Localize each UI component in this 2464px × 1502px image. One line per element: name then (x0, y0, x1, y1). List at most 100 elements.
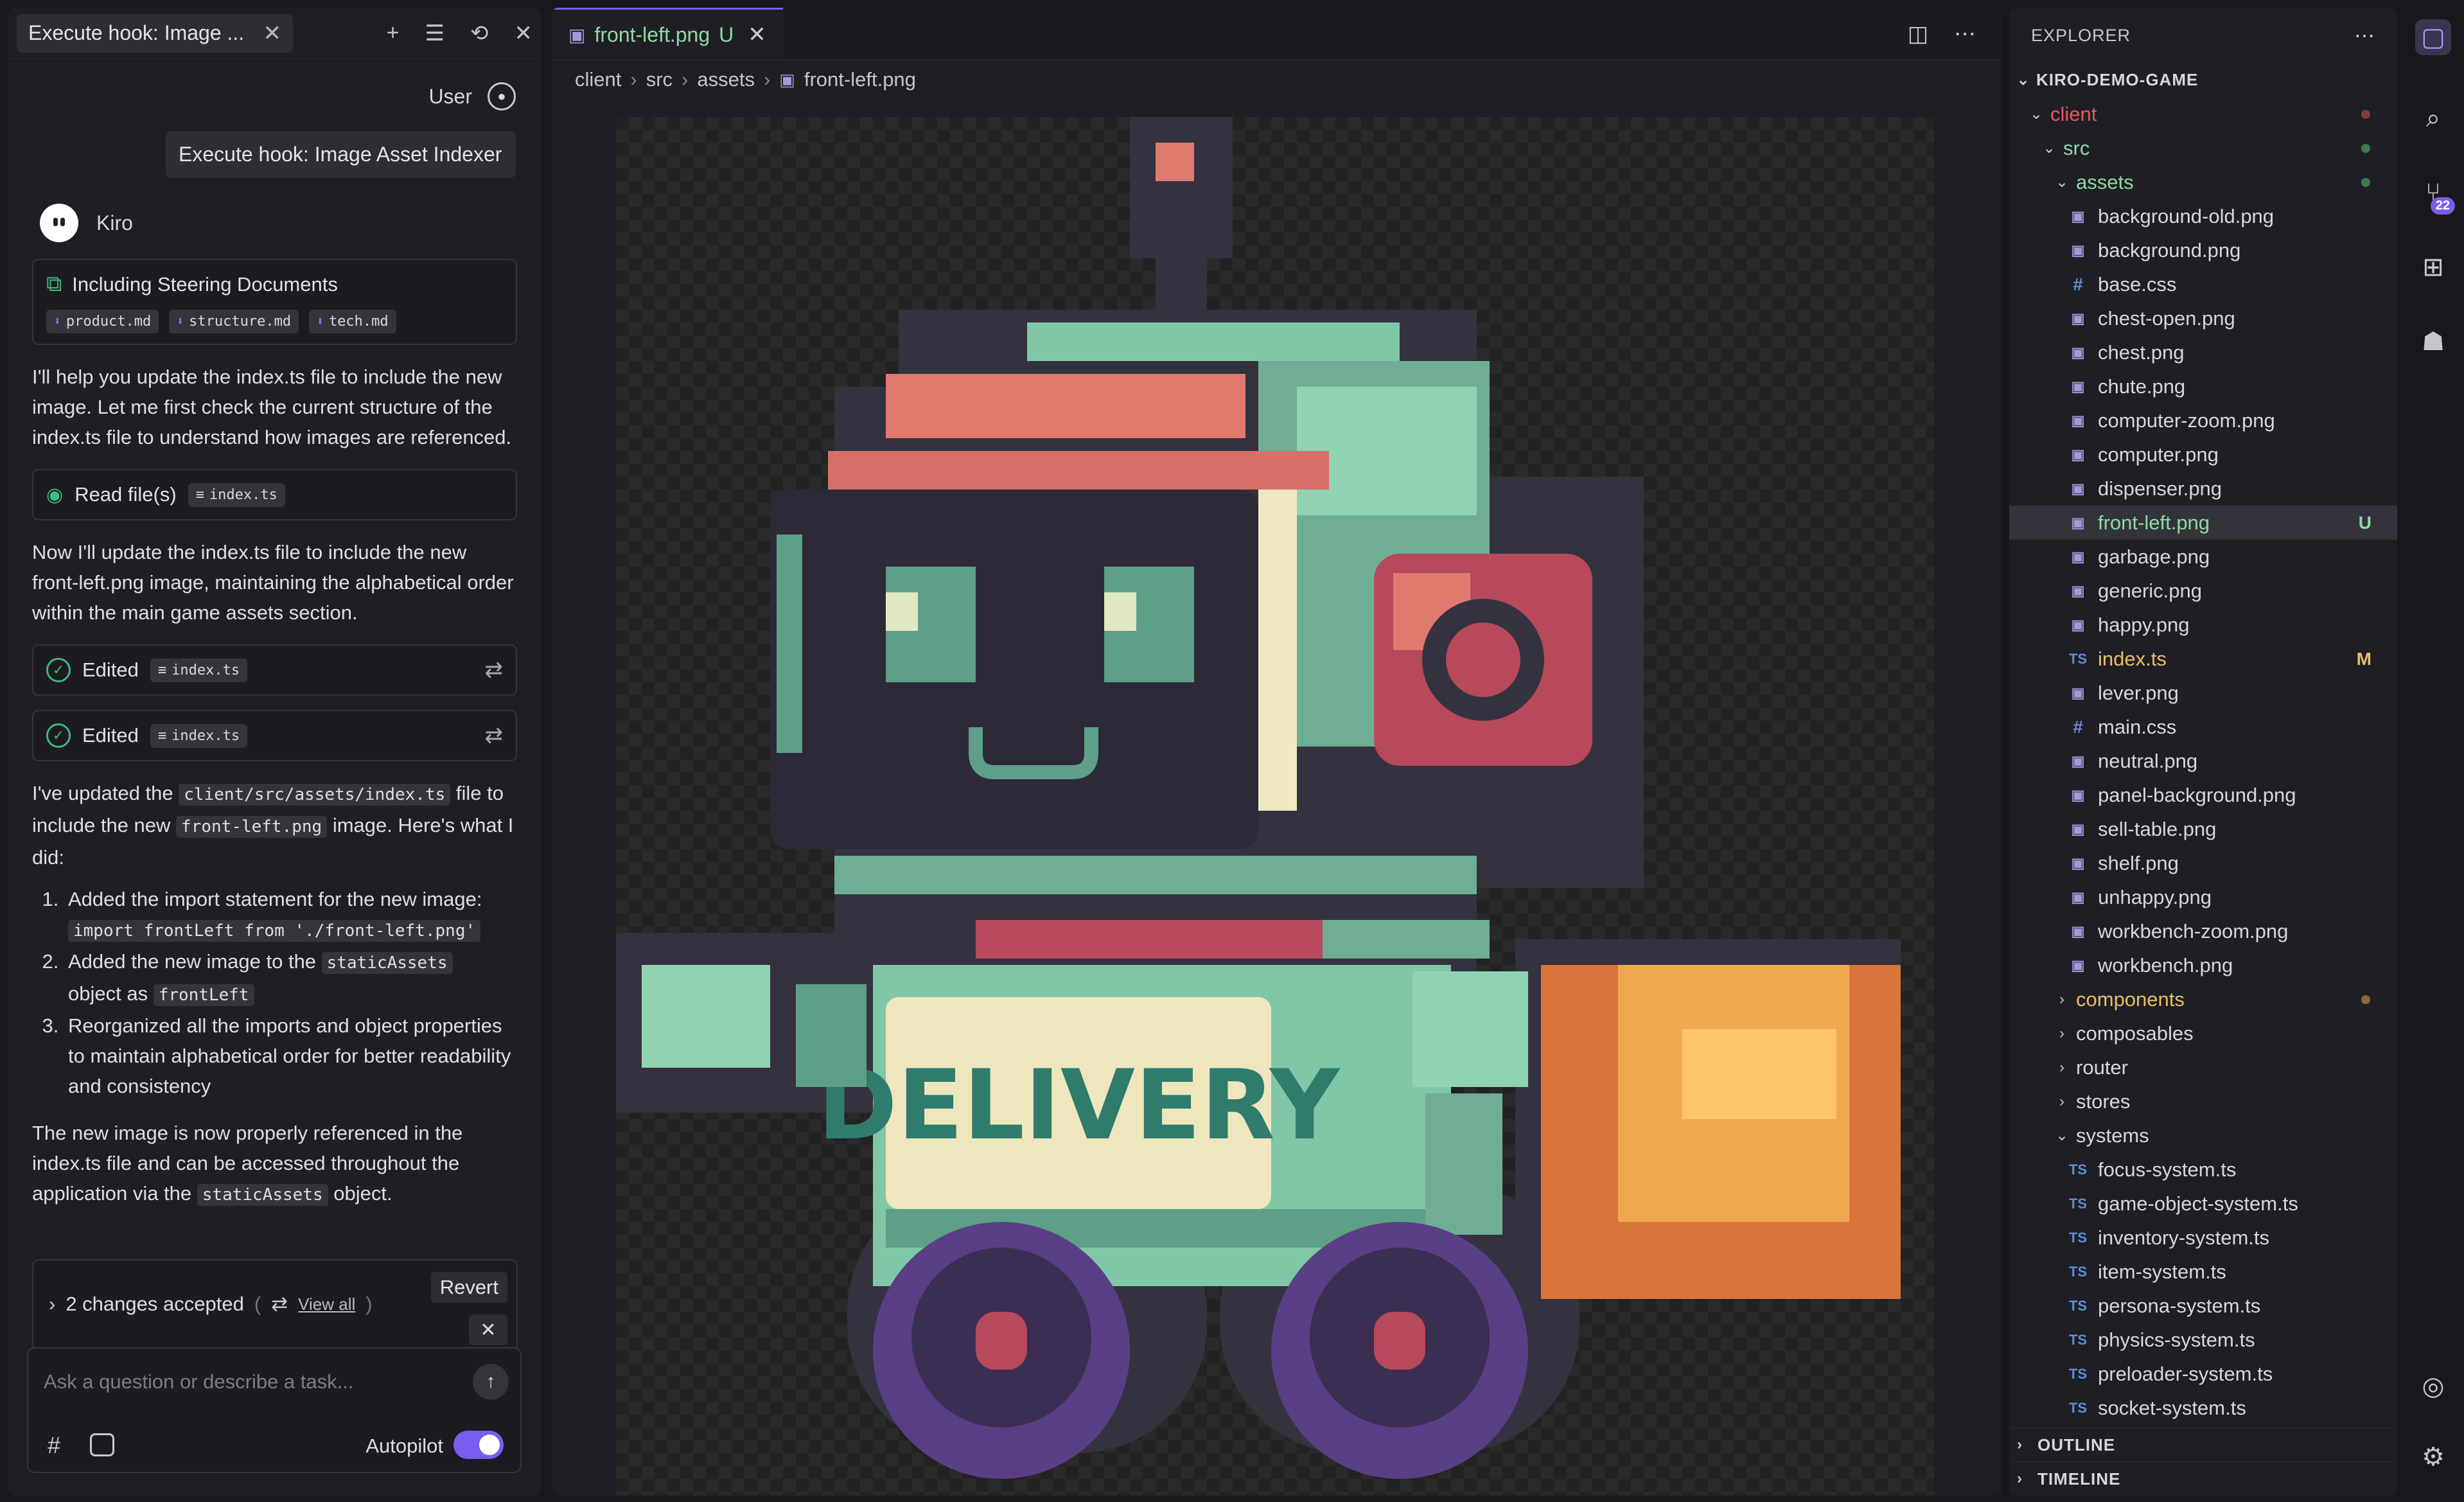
file-item[interactable]: TS index.ts M (2009, 642, 2397, 676)
view-all-link[interactable]: View all (298, 1294, 355, 1314)
inline-code: staticAssets (197, 1184, 328, 1206)
folder-client[interactable]: ⌄ client (2009, 97, 2397, 131)
steering-doc-chip[interactable]: ⬇ structure.md (169, 310, 299, 333)
close-icon[interactable]: ✕ (748, 22, 766, 48)
steering-doc-chip[interactable]: ⬇ tech.md (309, 310, 396, 333)
chat-input-placeholder[interactable]: Ask a question or describe a task... (44, 1370, 353, 1393)
file-name: happy.png (2098, 613, 2190, 636)
inline-code: frontLeft (153, 984, 254, 1006)
kiro-chat-icon[interactable]: ▢ (2415, 19, 2451, 55)
file-item[interactable]: ▣ generic.png (2009, 574, 2397, 608)
png-file-icon: ▣ (2071, 548, 2085, 565)
chevron-right-icon[interactable]: › (49, 1293, 55, 1316)
file-name: unhappy.png (2098, 885, 2212, 908)
edited-card[interactable]: ✓ Edited ≡ index.ts ⇄ (32, 644, 517, 696)
file-item[interactable]: ▣ sell-table.png (2009, 812, 2397, 846)
file-item[interactable]: ▣ shelf.png (2009, 846, 2397, 880)
file-item[interactable]: TS socket-system.ts (2009, 1391, 2397, 1425)
file-item[interactable]: ▣ lever.png (2009, 676, 2397, 710)
file-item[interactable]: ▣ neutral.png (2009, 744, 2397, 778)
file-item[interactable]: TS focus-system.ts (2009, 1153, 2397, 1187)
file-item[interactable]: ▣ garbage.png (2009, 540, 2397, 574)
chevron-right-icon: › (2059, 1058, 2064, 1076)
breadcrumb-item[interactable]: front-left.png (804, 68, 916, 91)
breadcrumb-item[interactable]: src (646, 68, 673, 91)
folder-item[interactable]: › components (2009, 982, 2397, 1016)
split-editor-icon[interactable]: ◫ (1908, 21, 1928, 47)
folder-assets[interactable]: ⌄ assets (2009, 165, 2397, 199)
send-icon[interactable]: ↑ (473, 1364, 509, 1400)
file-item[interactable]: ▣ computer-zoom.png (2009, 403, 2397, 437)
breadcrumb-item[interactable]: client (575, 68, 621, 91)
steering-doc-chip[interactable]: ⬇ product.md (46, 310, 159, 333)
chat-input[interactable]: Ask a question or describe a task... ↑ #… (27, 1347, 522, 1473)
step-text: object as (68, 982, 154, 1005)
file-item[interactable]: TS item-system.ts (2009, 1255, 2397, 1289)
changes-label: 2 changes accepted (66, 1293, 244, 1315)
file-item[interactable]: TS inventory-system.ts (2009, 1221, 2397, 1255)
workspace-root[interactable]: ⌄ KIRO-DEMO-GAME (2009, 63, 2397, 97)
new-chat-icon[interactable]: + (387, 21, 400, 46)
file-chip[interactable]: ≡ index.ts (150, 658, 248, 682)
file-item[interactable]: TS game-object-system.ts (2009, 1187, 2397, 1221)
file-icon: ≡ (195, 486, 204, 503)
folder-item[interactable]: › router (2009, 1050, 2397, 1084)
search-icon[interactable]: ⌕ (2415, 100, 2451, 136)
chevron-down-icon: ⌄ (2029, 105, 2043, 123)
file-item[interactable]: ▣ panel-background.png (2009, 778, 2397, 812)
breadcrumb-item[interactable]: assets (697, 68, 755, 91)
file-item[interactable]: ▣ background.png (2009, 233, 2397, 267)
context-hash-icon[interactable]: # (48, 1432, 60, 1459)
folder-src[interactable]: ⌄ src (2009, 131, 2397, 165)
file-item[interactable]: # main.css (2009, 710, 2397, 744)
timeline-section[interactable]: › TIMELINE (2009, 1462, 2397, 1496)
file-item[interactable]: ▣ front-left.png U (2009, 506, 2397, 540)
file-item[interactable]: TS physics-system.ts (2009, 1323, 2397, 1357)
file-item[interactable]: ▣ unhappy.png (2009, 880, 2397, 914)
file-item[interactable]: ▣ computer.png (2009, 437, 2397, 472)
file-chip[interactable]: ≡ index.ts (150, 723, 248, 748)
file-item[interactable]: ▣ chest-open.png (2009, 301, 2397, 335)
folder-item[interactable]: › stores (2009, 1084, 2397, 1118)
diff-icon[interactable]: ⇄ (485, 723, 504, 748)
close-icon[interactable]: ✕ (263, 21, 282, 46)
read-files-card[interactable]: ◉ Read file(s) ≡ index.ts (32, 469, 517, 520)
outline-section[interactable]: › OUTLINE (2009, 1427, 2397, 1462)
image-attach-icon[interactable] (90, 1433, 114, 1456)
kiro-ghost-icon[interactable]: ☗ (2415, 324, 2451, 360)
folder-name: systems (2076, 1124, 2149, 1147)
file-item[interactable]: ▣ dispenser.png (2009, 472, 2397, 506)
history-icon[interactable]: ⟲ (470, 21, 489, 46)
file-item[interactable]: TS persona-system.ts (2009, 1289, 2397, 1323)
file-item[interactable]: ▣ workbench.png (2009, 948, 2397, 982)
more-actions-icon[interactable]: ⋯ (2354, 23, 2375, 48)
edited-card[interactable]: ✓ Edited ≡ index.ts ⇄ (32, 710, 517, 761)
editor-tab[interactable]: ▣ front-left.png U ✕ (552, 8, 783, 60)
file-item[interactable]: ▣ chest.png (2009, 335, 2397, 369)
source-control-icon[interactable]: ⑂ 22 (2415, 175, 2455, 215)
close-panel-icon[interactable]: ✕ (515, 21, 533, 46)
file-item[interactable]: ▣ happy.png (2009, 608, 2397, 642)
file-name: game-object-system.ts (2098, 1192, 2298, 1215)
more-actions-icon[interactable]: ⋯ (1954, 21, 1976, 47)
file-item[interactable]: ▣ workbench-zoom.png (2009, 914, 2397, 948)
file-item[interactable]: ▣ chute.png (2009, 369, 2397, 403)
file-item[interactable]: TS preloader-system.ts (2009, 1357, 2397, 1391)
dismiss-icon[interactable]: ✕ (469, 1314, 507, 1345)
revert-button[interactable]: Revert (430, 1272, 507, 1303)
file-item[interactable]: # base.css (2009, 267, 2397, 301)
file-chip[interactable]: ≡ index.ts (188, 482, 285, 507)
autopilot-toggle[interactable] (453, 1431, 504, 1459)
chat-tab[interactable]: Execute hook: Image ... ✕ (17, 13, 293, 53)
file-item[interactable]: ▣ background-old.png (2009, 199, 2397, 233)
settings-gear-icon[interactable]: ⚙ (2415, 1439, 2451, 1475)
ts-file-icon: TS (2068, 1399, 2088, 1416)
folder-item[interactable]: › composables (2009, 1016, 2397, 1050)
extensions-icon[interactable]: ⊞ (2415, 249, 2451, 285)
diff-icon[interactable]: ⇄ (485, 657, 504, 683)
folder-systems[interactable]: ⌄ systems (2009, 1118, 2397, 1153)
account-icon[interactable]: ◎ (2415, 1368, 2451, 1404)
png-file-icon: ▣ (2071, 957, 2085, 973)
editor-actions: ◫ ⋯ (1908, 8, 2002, 60)
session-list-icon[interactable]: ☰ (425, 21, 444, 46)
